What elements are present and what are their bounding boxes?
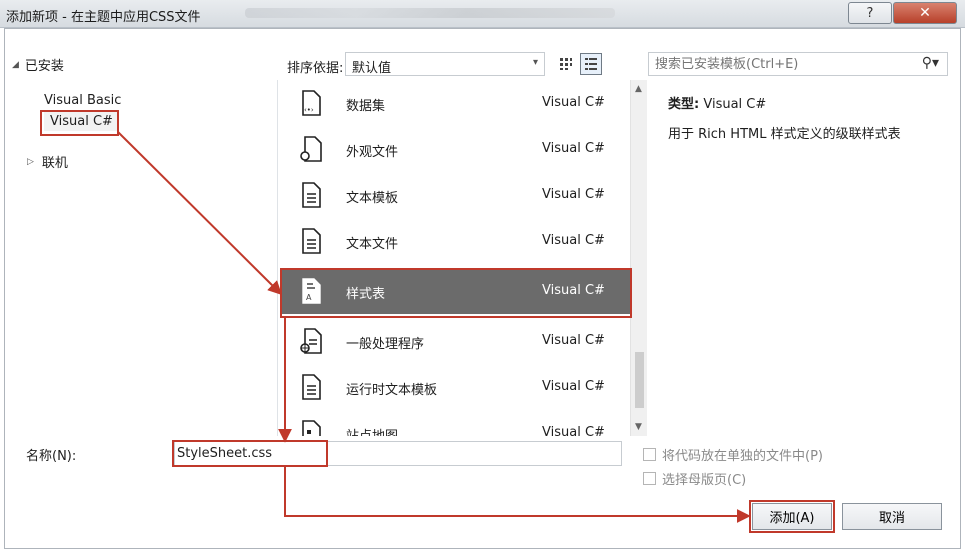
list-item[interactable]: 文本文件 Visual C# xyxy=(280,218,630,264)
separate-file-checkbox[interactable]: 将代码放在单独的文件中(P) xyxy=(643,445,823,464)
template-description: 用于 Rich HTML 样式定义的级联样式表 xyxy=(668,127,901,142)
cancel-button[interactable]: 取消 xyxy=(842,503,942,530)
template-search[interactable]: ⚲▾ xyxy=(648,52,948,76)
list-scrollbar[interactable]: ▲ ▼ xyxy=(630,80,647,436)
template-tree xyxy=(6,80,278,436)
name-label: 名称(N): xyxy=(26,449,77,464)
runtime-template-icon xyxy=(302,374,321,400)
list-item[interactable]: 文本模板 Visual C# xyxy=(280,172,630,218)
sort-label: 排序依据: xyxy=(287,61,344,76)
installed-header[interactable]: ◢ 已安装 xyxy=(12,55,64,74)
template-language: Visual C# xyxy=(542,141,605,156)
master-page-checkbox[interactable]: 选择母版页(C) xyxy=(643,469,746,488)
tree-item-online[interactable]: ▷ 联机 xyxy=(27,152,68,171)
medium-icons-view-icon[interactable] xyxy=(555,53,577,75)
svg-text:‹•›: ‹•› xyxy=(304,106,314,114)
list-item[interactable]: 外观文件 Visual C# xyxy=(280,126,630,172)
sort-dropdown[interactable]: 默认值 ▾ xyxy=(345,52,545,76)
list-item[interactable]: ‹•› 数据集 Visual C# xyxy=(280,80,630,126)
master-page-label: 选择母版页(C) xyxy=(662,473,747,488)
sort-value: 默认值 xyxy=(352,61,392,76)
help-button[interactable]: ? xyxy=(848,2,892,24)
template-language: Visual C# xyxy=(542,333,605,348)
template-name: 文本模板 xyxy=(346,191,399,206)
template-name: 站点地图 xyxy=(346,425,398,436)
online-label: 联机 xyxy=(41,156,68,171)
add-button[interactable]: 添加(A) xyxy=(752,503,832,530)
template-type: 类型: Visual C# xyxy=(668,93,766,112)
search-input[interactable] xyxy=(649,53,899,75)
expand-triangle-icon: ◢ xyxy=(12,59,19,70)
search-icon[interactable]: ⚲▾ xyxy=(922,55,939,71)
scroll-down-icon[interactable]: ▼ xyxy=(635,422,642,432)
text-template-icon xyxy=(302,182,321,208)
tree-item-visual-basic[interactable]: Visual Basic xyxy=(44,93,121,108)
type-value: Visual C# xyxy=(703,97,767,112)
template-name: 样式表 xyxy=(346,287,386,302)
text-file-icon xyxy=(302,228,321,254)
window-title: 添加新项 - 在主题中应用CSS文件 xyxy=(6,10,201,25)
template-language: Visual C# xyxy=(542,283,605,298)
name-field[interactable] xyxy=(174,441,622,466)
installed-label: 已安装 xyxy=(24,59,64,74)
list-item[interactable]: 运行时文本模板 Visual C# xyxy=(280,364,630,410)
template-language: Visual C# xyxy=(542,187,605,202)
template-name: 一般处理程序 xyxy=(346,337,425,352)
svg-text:A: A xyxy=(306,293,312,302)
skin-file-icon xyxy=(300,136,322,162)
template-name: 运行时文本模板 xyxy=(346,383,438,398)
tree-item-visual-csharp[interactable]: Visual C# xyxy=(44,112,119,131)
chevron-down-icon: ▾ xyxy=(532,57,538,68)
list-item-selected[interactable]: A 样式表 Visual C# xyxy=(280,268,630,314)
type-label: 类型: xyxy=(668,97,700,112)
title-bar: 添加新项 - 在主题中应用CSS文件 ? ✕ xyxy=(0,0,965,28)
list-item[interactable]: 一般处理程序 Visual C# xyxy=(280,318,630,364)
template-name: 外观文件 xyxy=(346,145,399,160)
template-name: 数据集 xyxy=(346,99,386,114)
scroll-thumb[interactable] xyxy=(635,352,644,408)
template-language: Visual C# xyxy=(542,95,605,110)
template-language: Visual C# xyxy=(542,379,605,394)
checkbox-box[interactable] xyxy=(643,472,656,485)
blurred-background xyxy=(245,8,615,18)
generic-handler-icon xyxy=(300,328,322,354)
template-language: Visual C# xyxy=(542,425,605,436)
template-name: 文本文件 xyxy=(346,237,399,252)
stylesheet-icon: A xyxy=(302,278,321,304)
sitemap-icon xyxy=(302,420,321,436)
scroll-up-icon[interactable]: ▲ xyxy=(635,84,642,94)
checkbox-box[interactable] xyxy=(643,448,656,461)
list-view-icon[interactable] xyxy=(580,53,602,75)
close-button[interactable]: ✕ xyxy=(893,2,957,24)
template-language: Visual C# xyxy=(542,233,605,248)
separate-file-label: 将代码放在单独的文件中(P) xyxy=(662,449,823,464)
name-input[interactable] xyxy=(175,442,615,465)
collapsed-triangle-icon: ▷ xyxy=(27,156,34,167)
dataset-icon: ‹•› xyxy=(302,90,321,116)
list-item[interactable]: 站点地图 Visual C# xyxy=(280,410,630,436)
